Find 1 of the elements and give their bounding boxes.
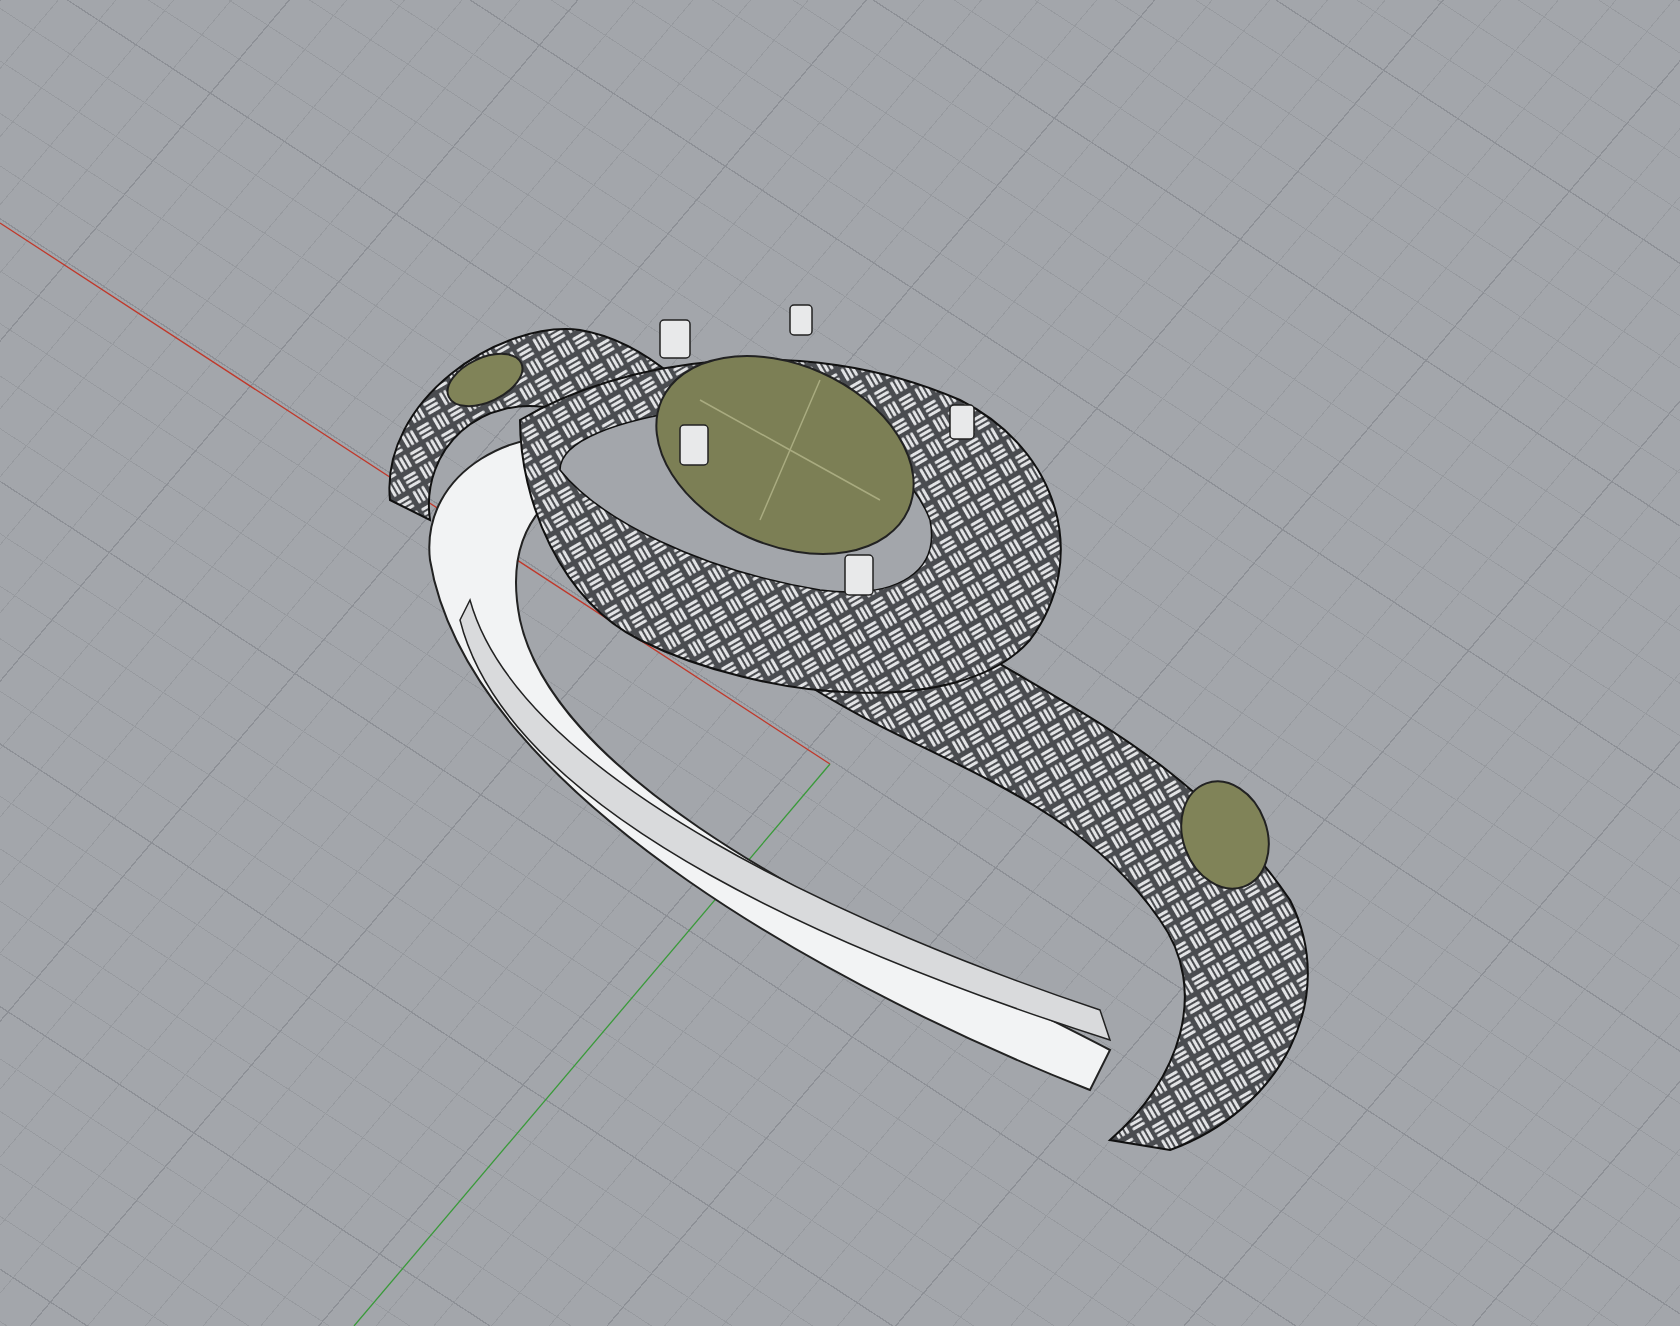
viewport[interactable] [0,0,1680,1326]
